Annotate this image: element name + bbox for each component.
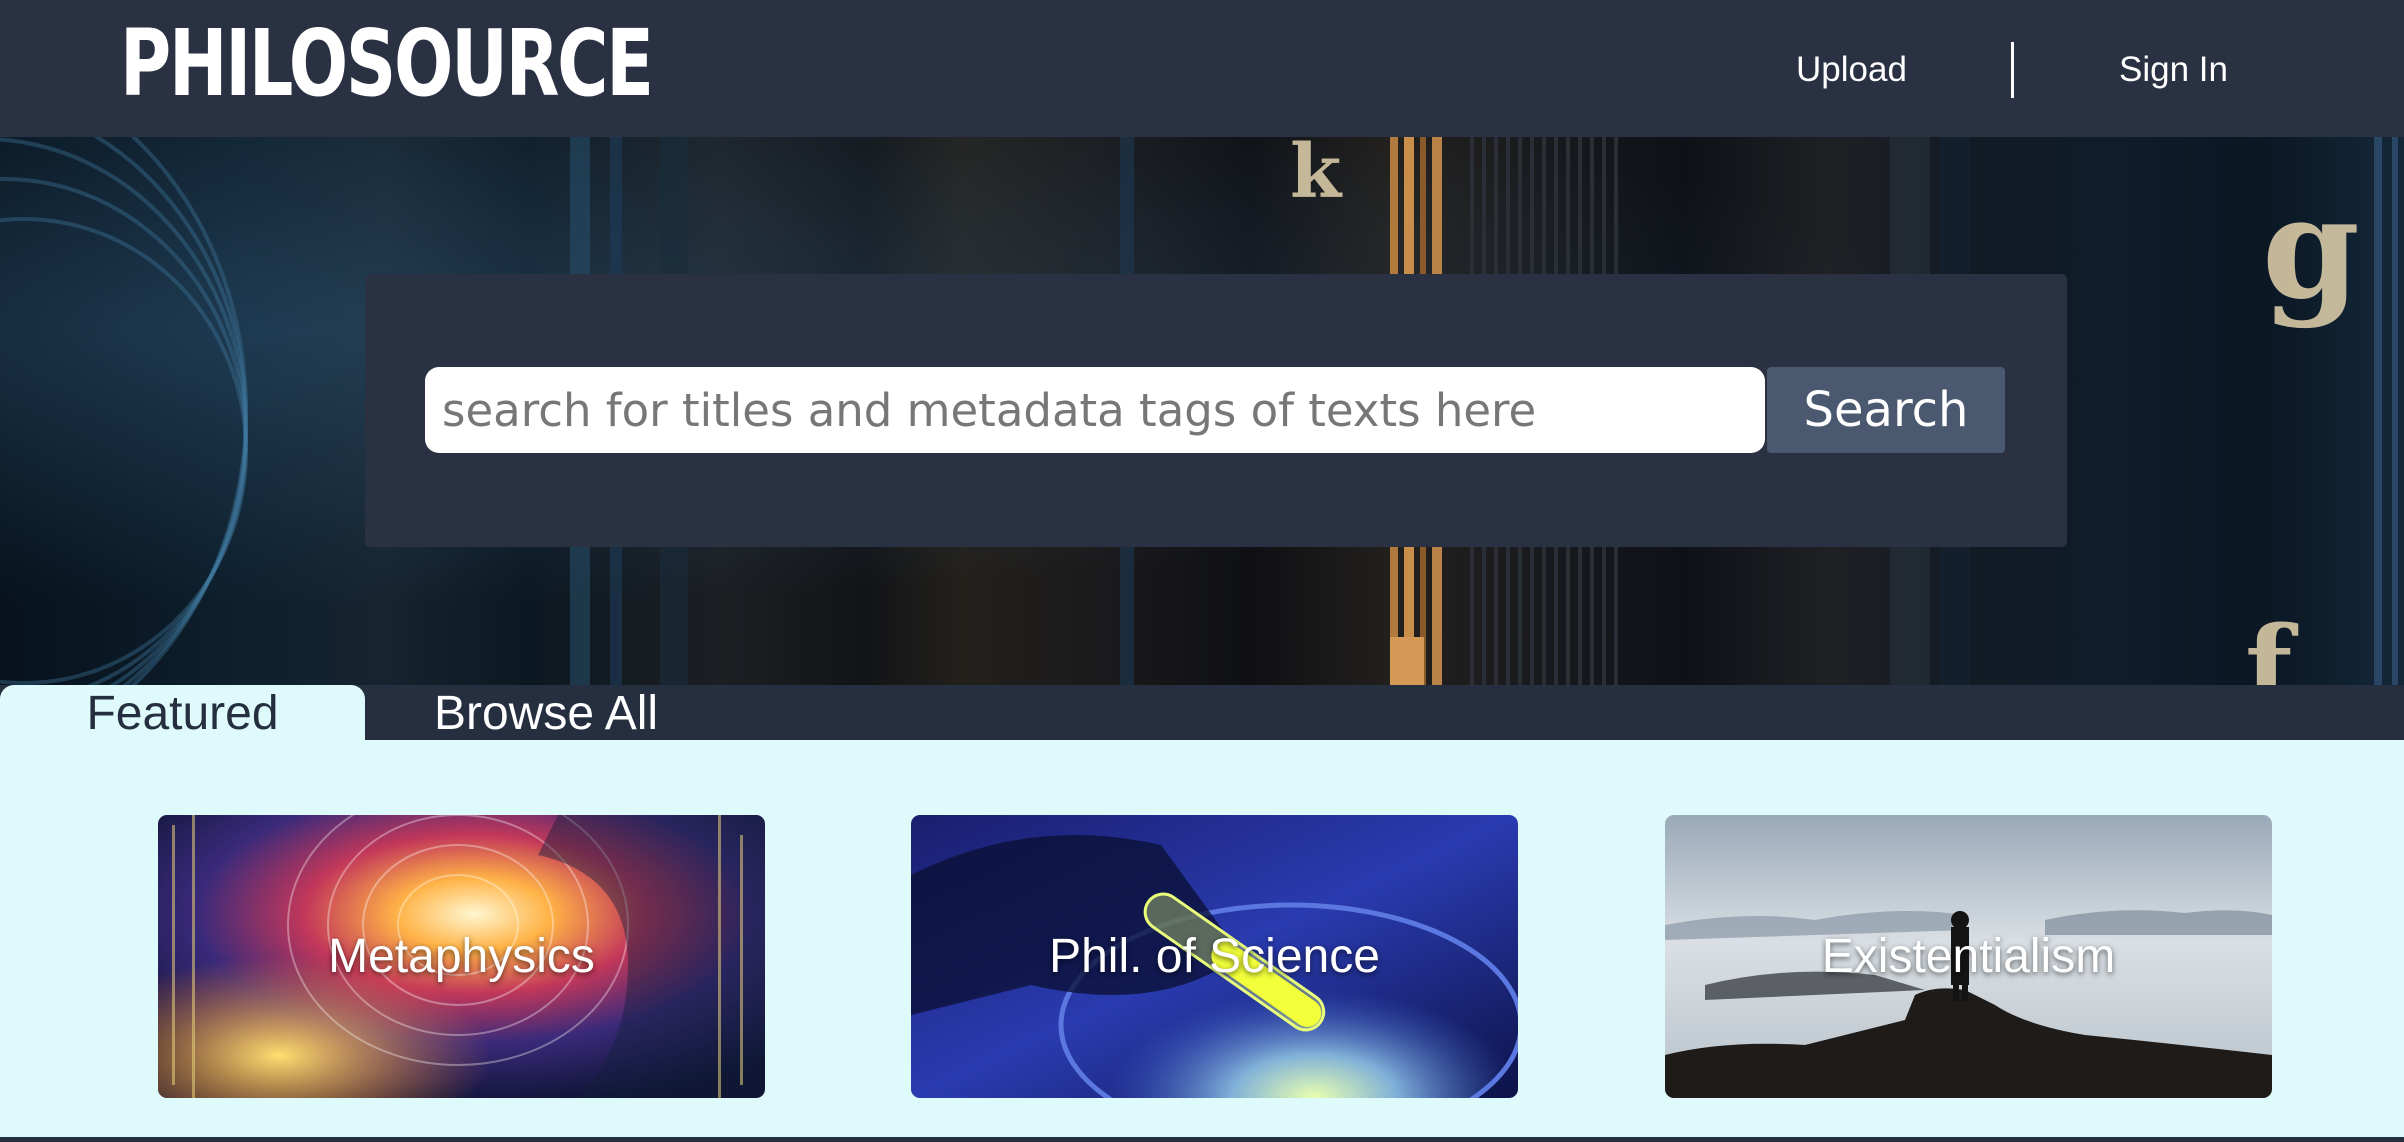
top-navigation: PHILOSOURCE Upload Sign In <box>0 0 2404 137</box>
nav-divider <box>2011 42 2014 98</box>
upload-link[interactable]: Upload <box>1796 42 1907 98</box>
tab-browse-all[interactable]: Browse All <box>434 685 658 740</box>
search-input[interactable] <box>425 367 1765 453</box>
category-card-phil-of-science[interactable]: Phil. of Science <box>911 815 1518 1098</box>
sign-in-link[interactable]: Sign In <box>2119 42 2228 98</box>
category-label: Existentialism <box>1821 930 2116 983</box>
search-panel: Search <box>365 274 2067 547</box>
tab-bar: Featured Browse All <box>0 685 2404 740</box>
site-logo[interactable]: PHILOSOURCE <box>120 14 654 114</box>
hero-banner: k g f Search <box>0 137 2404 685</box>
category-card-metaphysics[interactable]: Metaphysics <box>158 815 765 1098</box>
tab-featured[interactable]: Featured <box>0 685 365 740</box>
category-label: Phil. of Science <box>1049 930 1380 983</box>
category-label: Metaphysics <box>328 930 595 983</box>
search-button[interactable]: Search <box>1767 367 2005 453</box>
featured-content: Metaphysics Phil. of Science Existential… <box>0 740 2404 1137</box>
category-card-existentialism[interactable]: Existentialism <box>1665 815 2272 1098</box>
